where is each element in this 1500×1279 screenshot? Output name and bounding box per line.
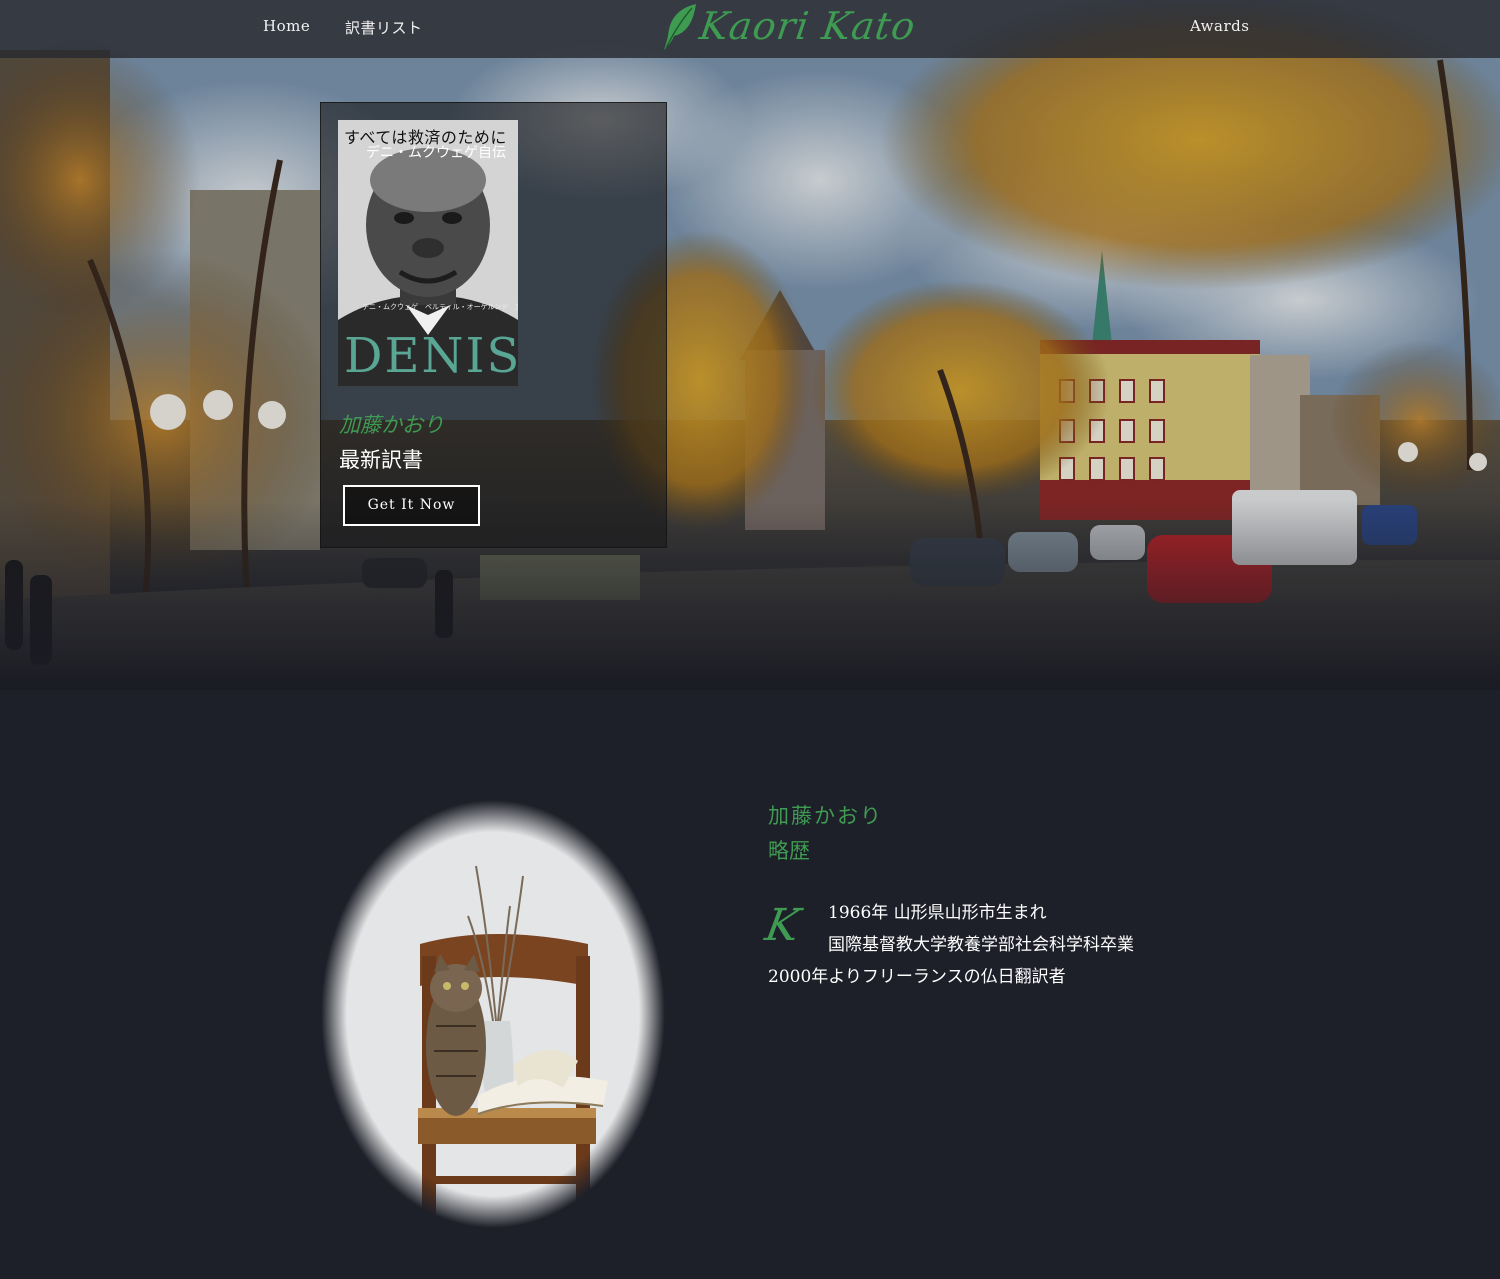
- book-cover-subtitle: デニ・ムクウェゲ自伝: [366, 145, 506, 161]
- book-cover-big-title: DENIS: [344, 328, 518, 384]
- site-logo-text: Kaori Kato: [696, 4, 919, 48]
- bio-line-birth: 1966年 山形県山形市生まれ: [828, 903, 1047, 923]
- feather-icon: [664, 4, 696, 50]
- latest-translation-label: 最新訳書: [339, 448, 423, 472]
- nav-home-link[interactable]: Home: [263, 17, 310, 35]
- bio-heading: 略歴: [768, 839, 810, 863]
- site-logo[interactable]: Kaori Kato: [660, 0, 919, 58]
- card-author-name: 加藤かおり: [339, 413, 444, 437]
- hero-background-image: [0, 0, 1500, 690]
- hero-section: すべては救済のために デニ・ムクウェゲ自伝 デニ・ムクウェゲ ベルティル・オーケ…: [0, 0, 1500, 690]
- bio-line-career: 2000年よりフリーランスの仏日翻訳者: [768, 967, 1066, 987]
- profile-photo: [318, 796, 668, 1232]
- nav-translation-list-link[interactable]: 訳書リスト: [345, 17, 423, 38]
- nav-awards-link[interactable]: Awards: [1190, 17, 1249, 35]
- book-cover-image[interactable]: すべては救済のために デニ・ムクウェゲ自伝 デニ・ムクウェゲ ベルティル・オーケ…: [338, 120, 518, 386]
- latest-book-card: すべては救済のために デニ・ムクウェゲ自伝 デニ・ムクウェゲ ベルティル・オーケ…: [320, 102, 667, 548]
- bio-line-education: 国際基督教大学教養学部社会科学科卒業: [828, 935, 1134, 955]
- top-navigation: Home 訳書リスト Kaori Kato Awards: [0, 0, 1500, 58]
- get-it-now-button[interactable]: Get It Now: [343, 485, 480, 526]
- book-cover-authors: デニ・ムクウェゲ ベルティル・オーケルンド 加藤かおり: [362, 303, 518, 311]
- bio-dropcap: K: [761, 900, 804, 951]
- bio-name: 加藤かおり: [768, 804, 883, 828]
